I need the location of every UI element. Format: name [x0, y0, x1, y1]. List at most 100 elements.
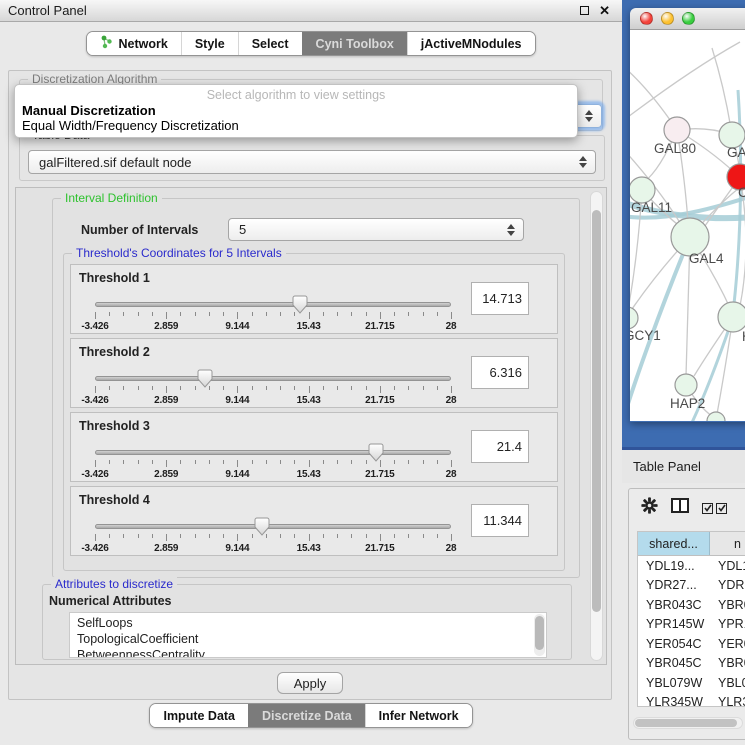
- minimize-traffic-light-icon[interactable]: [661, 12, 674, 25]
- zoom-traffic-light-icon[interactable]: [682, 12, 695, 25]
- cell-shared-name: YLR345W: [638, 695, 710, 707]
- table-row[interactable]: YLR345WYLR3: [638, 693, 745, 708]
- threshold-slider[interactable]: -3.4262.8599.14415.4321.71528: [95, 441, 451, 479]
- network-node-hap2[interactable]: [675, 374, 697, 396]
- network-node[interactable]: [707, 412, 725, 421]
- slider-track[interactable]: [95, 302, 451, 307]
- threshold-panel-3: Threshold 3-3.4262.8599.14415.4321.71528…: [70, 412, 558, 482]
- slider-track[interactable]: [95, 376, 451, 381]
- threshold-slider[interactable]: -3.4262.8599.14415.4321.71528: [95, 515, 451, 553]
- algorithm-option-equal-width-frequency-discretization[interactable]: Equal Width/Frequency Discretization: [15, 118, 577, 133]
- slider-tick-labels: -3.4262.8599.14415.4321.71528: [95, 321, 451, 331]
- threshold-panel-1: Threshold 1-3.4262.8599.14415.4321.71528…: [70, 264, 558, 334]
- tab-jactivemnodules[interactable]: jActiveMNodules: [407, 32, 535, 55]
- close-icon[interactable]: ✕: [599, 6, 610, 16]
- table-row[interactable]: YDR27...YDR2: [638, 576, 745, 596]
- attributes-group-title: Attributes to discretize: [51, 577, 177, 591]
- table-row[interactable]: YPR145WYPR1: [638, 615, 745, 635]
- cell-shared-name: YPR145W: [638, 617, 710, 631]
- tab-cyni-toolbox[interactable]: Cyni Toolbox: [302, 32, 407, 55]
- tick-label: 2.859: [154, 543, 178, 554]
- cell-name: YBR0: [710, 656, 745, 670]
- table-row[interactable]: YBR045CYBR0: [638, 654, 745, 674]
- column-view-icon[interactable]: [671, 498, 689, 518]
- settings-vertical-scrollbar[interactable]: [590, 191, 603, 661]
- tab-select-label: Select: [252, 37, 289, 51]
- tick-label: 9.144: [225, 321, 249, 332]
- threshold-slider[interactable]: -3.4262.8599.14415.4321.71528: [95, 367, 451, 405]
- table-row[interactable]: YBL079WYBL0: [638, 673, 745, 693]
- numerical-attributes-list[interactable]: SelfLoopsTopologicalCoefficientBetweenne…: [69, 612, 547, 658]
- table-panel-title: Table Panel: [633, 459, 701, 474]
- network-edge[interactable]: [630, 42, 740, 120]
- checkbox-icon[interactable]: [702, 503, 713, 514]
- bottom-tab-discretize-data[interactable]: Discretize Data: [248, 704, 365, 727]
- tab-style[interactable]: Style: [181, 32, 238, 55]
- bottom-tab-infer-network-label: Infer Network: [379, 709, 459, 723]
- threshold-value-field[interactable]: 11.344: [471, 504, 529, 537]
- network-node-gal80[interactable]: [664, 117, 690, 143]
- slider-track[interactable]: [95, 450, 451, 455]
- checkbox-icon[interactable]: [716, 503, 727, 514]
- float-window-icon[interactable]: [580, 6, 589, 15]
- thresholds-group-title: Threshold's Coordinates for 5 Intervals: [72, 246, 286, 260]
- threshold-panel-2: Threshold 2-3.4262.8599.14415.4321.71528…: [70, 338, 558, 408]
- slider-tick-labels: -3.4262.8599.14415.4321.71528: [95, 469, 451, 479]
- close-traffic-light-icon[interactable]: [640, 12, 653, 25]
- bottom-tab-discretize-data-label: Discretize Data: [262, 709, 352, 723]
- apply-button[interactable]: Apply: [277, 672, 343, 694]
- tab-select[interactable]: Select: [238, 32, 302, 55]
- interval-definition-title: Interval Definition: [61, 191, 162, 205]
- cell-shared-name: YBR043C: [638, 598, 710, 612]
- control-panel: Control Panel ✕ Network Style Select Cyni T…: [0, 0, 622, 745]
- threshold-value-field[interactable]: 21.4: [471, 430, 529, 463]
- slider-ticks: [95, 312, 451, 320]
- cell-name: YLR3: [710, 695, 745, 707]
- column-header-shared-name[interactable]: shared...: [638, 532, 710, 555]
- column-header-name[interactable]: n: [710, 532, 745, 555]
- table-panel-header: Table Panel: [622, 450, 745, 483]
- table-horizontal-scrollbar[interactable]: [633, 717, 743, 729]
- algorithm-dropdown-popup: Select algorithm to view settings Manual…: [14, 84, 578, 138]
- network-node-h[interactable]: [718, 302, 745, 332]
- slider-ticks: [95, 534, 451, 542]
- cell-name: YBL0: [710, 676, 745, 690]
- table-row[interactable]: YDL19...YDL1: [638, 556, 745, 576]
- cell-name: YBR0: [710, 598, 745, 612]
- cell-name: YDR2: [710, 578, 745, 592]
- table-data-value: galFiltered.sif default node: [39, 155, 191, 170]
- attribute-item-topologicalcoefficient[interactable]: TopologicalCoefficient: [77, 631, 546, 647]
- network-node-gcy1[interactable]: [630, 307, 638, 329]
- algorithm-option-manual-discretization[interactable]: Manual Discretization: [15, 103, 577, 118]
- cell-shared-name: YDR27...: [638, 578, 710, 592]
- tab-network-label: Network: [118, 37, 167, 51]
- threshold-slider[interactable]: -3.4262.8599.14415.4321.71528: [95, 293, 451, 331]
- threshold-label: Threshold 1: [79, 271, 150, 285]
- bottom-tab-infer-network[interactable]: Infer Network: [365, 704, 472, 727]
- network-icon: [100, 35, 113, 52]
- threshold-value-field[interactable]: 14.713: [471, 282, 529, 315]
- table-panel-toolbar: [629, 489, 745, 527]
- tick-label: -3.426: [81, 543, 108, 554]
- attribute-item-selfloops[interactable]: SelfLoops: [77, 615, 546, 631]
- control-panel-titlebar: Control Panel ✕: [0, 0, 622, 22]
- number-of-intervals-combobox[interactable]: 5: [228, 218, 524, 241]
- tick-label: 15.43: [297, 469, 321, 480]
- tick-label: 15.43: [297, 321, 321, 332]
- tick-label: 2.859: [154, 395, 178, 406]
- node-attribute-table[interactable]: shared...n YDL19...YDL1YDR27...YDR2YBR04…: [637, 531, 745, 707]
- attribute-list-scrollbar[interactable]: [534, 614, 545, 656]
- gear-icon[interactable]: [641, 497, 658, 519]
- network-canvas[interactable]: GAL80GACGAL11GAL4GCY1HHAP2: [630, 30, 745, 421]
- slider-track[interactable]: [95, 524, 451, 529]
- combo-arrows-icon: [507, 224, 523, 236]
- table-row[interactable]: YER054CYER0: [638, 634, 745, 654]
- tab-network[interactable]: Network: [87, 32, 180, 55]
- bottom-tab-impute-data[interactable]: Impute Data: [150, 704, 248, 727]
- attribute-item-betweennesscentrality[interactable]: BetweennessCentrality: [77, 647, 546, 658]
- threshold-value-field[interactable]: 6.316: [471, 356, 529, 389]
- table-row[interactable]: YBR043CYBR0: [638, 595, 745, 615]
- thresholds-group: Threshold's Coordinates for 5 Intervals …: [63, 253, 565, 571]
- table-data-combobox[interactable]: galFiltered.sif default node: [28, 150, 596, 174]
- bottom-tab-impute-data-label: Impute Data: [163, 709, 235, 723]
